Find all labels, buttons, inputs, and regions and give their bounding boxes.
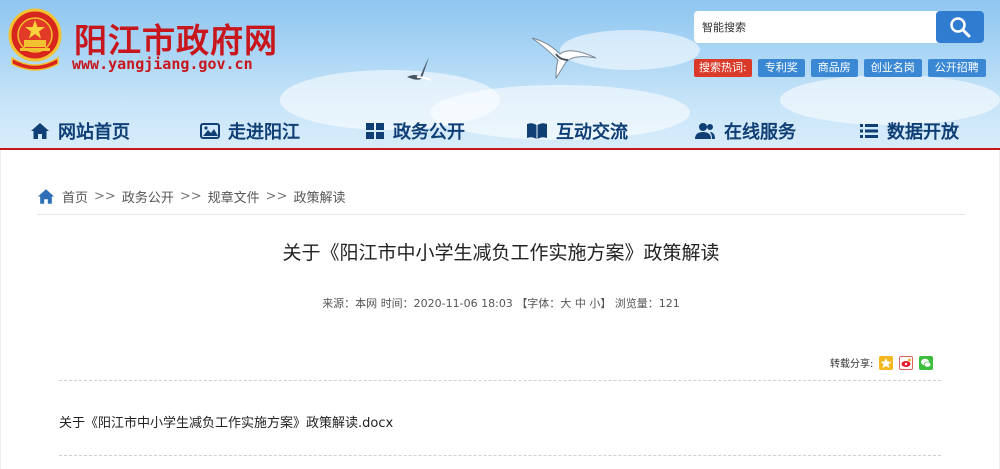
content-divider <box>59 455 941 456</box>
book-icon <box>527 123 547 139</box>
font-size-medium-button[interactable]: 中 <box>575 297 586 310</box>
article-source: 来源：本网 <box>322 297 378 310</box>
breadcrumb-regulations[interactable]: 规章文件 <box>208 187 260 206</box>
font-size-close: 】 <box>600 297 612 310</box>
article-panel: 首页 >> 政务公开 >> 规章文件 >> 政策解读 关于《阳江市中小学生减负工… <box>0 150 1000 469</box>
nav-item-label: 走进阳江 <box>228 122 300 143</box>
nav-item-label: 网站首页 <box>58 122 130 143</box>
breadcrumb-separator: >> <box>179 189 202 204</box>
breadcrumb-separator: >> <box>94 189 116 204</box>
list-icon <box>860 124 878 138</box>
font-size-small-button[interactable]: 小 <box>589 297 600 310</box>
hot-tag[interactable]: 专利奖 <box>757 59 805 77</box>
main-nav: 网站首页 走进阳江 政务公开 互动交流 在线服务 数据开放 <box>0 113 1000 149</box>
wechat-icon[interactable] <box>919 355 934 370</box>
nav-item-online-service[interactable]: 在线服务 <box>694 113 796 149</box>
hot-search-bar: 搜索热词: 专利奖 商品房 创业名岗 公开招聘 <box>694 59 986 77</box>
national-emblem-icon <box>8 8 62 71</box>
breadcrumb-policy-interpretation[interactable]: 政策解读 <box>293 187 345 206</box>
seagull-icon <box>531 37 597 80</box>
hot-tag[interactable]: 公开招聘 <box>927 59 986 77</box>
nav-item-open-data[interactable]: 数据开放 <box>859 113 959 149</box>
grid-icon <box>366 123 384 139</box>
nav-item-label: 互动交流 <box>556 122 628 143</box>
nav-item-about[interactable]: 走进阳江 <box>200 113 300 149</box>
nav-item-gov-affairs[interactable]: 政务公开 <box>365 113 465 149</box>
site-header: 阳江市政府网 www.yangjiang.gov.cn 搜索热词: 专利奖 商品… <box>0 0 1000 150</box>
home-icon <box>37 189 55 204</box>
search-button[interactable] <box>936 11 984 43</box>
content-divider <box>59 380 941 381</box>
article-meta: 来源：本网 时间：2020-11-06 18:03 【字体：大 中 小】 浏览量… <box>1 295 1000 311</box>
font-size-open: 【字体： <box>516 297 561 310</box>
hot-search-label: 搜索热词: <box>694 59 752 77</box>
breadcrumb-home[interactable]: 首页 <box>62 187 88 206</box>
share-label: 转载分享: <box>830 359 874 370</box>
search-input[interactable] <box>694 11 934 43</box>
breadcrumb-gov-affairs[interactable]: 政务公开 <box>122 187 174 206</box>
weibo-icon[interactable] <box>899 355 914 370</box>
users-icon <box>695 123 715 139</box>
attachment-link[interactable]: 关于《阳江市中小学生减负工作实施方案》政策解读.docx <box>59 412 393 431</box>
picture-icon <box>200 123 220 139</box>
article-title: 关于《阳江市中小学生减负工作实施方案》政策解读 <box>282 242 720 264</box>
article-time: 时间：2020-11-06 18:03 <box>380 297 513 310</box>
nav-item-home[interactable]: 网站首页 <box>30 113 130 149</box>
breadcrumb: 首页 >> 政务公开 >> 规章文件 >> 政策解读 <box>37 187 345 206</box>
search-box <box>694 11 984 43</box>
breadcrumb-divider <box>37 214 965 215</box>
seagull-icon <box>407 57 432 81</box>
breadcrumb-separator: >> <box>265 189 288 204</box>
home-icon <box>31 123 49 139</box>
nav-item-label: 在线服务 <box>724 122 796 143</box>
share-bar: 转载分享: <box>830 355 934 370</box>
nav-item-interaction[interactable]: 互动交流 <box>526 113 628 149</box>
font-size-large-button[interactable]: 大 <box>560 297 571 310</box>
site-url[interactable]: www.yangjiang.gov.cn <box>72 55 253 73</box>
hot-tag[interactable]: 商品房 <box>810 59 858 77</box>
nav-item-label: 政务公开 <box>393 122 465 143</box>
hot-tag[interactable]: 创业名岗 <box>863 59 922 77</box>
nav-item-label: 数据开放 <box>887 122 959 143</box>
search-icon <box>950 17 971 38</box>
view-count: 浏览量：121 <box>614 297 680 310</box>
qzone-icon[interactable] <box>879 355 894 370</box>
